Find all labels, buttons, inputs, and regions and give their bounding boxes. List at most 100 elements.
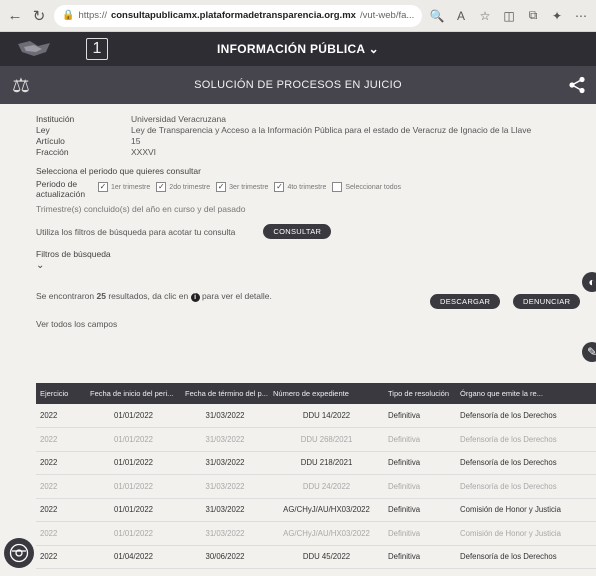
extensions-icon[interactable]: ✦ — [548, 7, 566, 25]
table-cell: Definitiva — [384, 451, 456, 475]
table-cell: Defensoría de los Derechos — [456, 568, 596, 576]
read-aloud-icon[interactable]: A — [452, 7, 470, 25]
checkbox-select-all[interactable]: Seleccionar todos — [332, 182, 401, 192]
table-cell: i2022 — [36, 521, 86, 546]
accessibility-button[interactable] — [4, 538, 34, 568]
checkbox-box[interactable]: ✓ — [216, 182, 227, 192]
back-icon[interactable]: ← — [6, 7, 24, 25]
table-cell: DDU 14/2022 — [269, 404, 384, 428]
portal-title-dropdown[interactable]: INFORMACIÓN PÚBLICA ⌄ — [217, 42, 379, 56]
column-header[interactable]: Número de expediente — [269, 383, 384, 404]
table-cell: Definitiva — [384, 474, 456, 499]
checkbox-box[interactable]: ✓ — [156, 182, 167, 192]
checkbox-q3[interactable]: ✓ 3er trimestre — [216, 182, 268, 192]
table-cell: 30/06/2022 — [181, 568, 269, 576]
report-button[interactable]: DENUNCIAR — [513, 294, 581, 309]
results-table: Ejercicio Fecha de inicio del peri... Fe… — [36, 383, 596, 576]
table-cell: DDU 218/2021 — [269, 451, 384, 475]
table-cell-text: 2022 — [40, 458, 58, 468]
checkbox-q2[interactable]: ✓ 2do trimestre — [156, 182, 210, 192]
table-cell: 31/03/2022 — [181, 451, 269, 475]
checkbox-box[interactable]: ✓ — [274, 182, 285, 192]
table-header-row: Ejercicio Fecha de inicio del peri... Fe… — [36, 383, 596, 404]
search-filters-toggle[interactable]: Filtros de búsqueda ⌄ — [0, 239, 596, 271]
table-cell: 01/01/2022 — [86, 404, 181, 428]
download-button[interactable]: DESCARGAR — [430, 294, 501, 309]
info-value: Ley de Transparencia y Acceso a la Infor… — [131, 125, 532, 135]
table-cell: AG/CHyJ/AU/HX03/2022 — [269, 521, 384, 546]
split-screen-icon[interactable]: ◫ — [500, 7, 518, 25]
table-cell: Defensoría de los Derechos — [456, 427, 596, 452]
checkbox-q4[interactable]: ✓ 4to trimestre — [274, 182, 326, 192]
switch-view-icon[interactable]: 1 — [86, 38, 108, 60]
table-cell: 01/04/2022 — [86, 568, 181, 576]
see-all-fields-link[interactable]: Ver todos los campos — [0, 315, 120, 329]
zoom-icon[interactable]: 🔍 — [428, 7, 446, 25]
table-row[interactable]: i202201/01/202231/03/2022DDU 218/2021Def… — [36, 451, 596, 475]
table-cell: 31/03/2022 — [181, 474, 269, 499]
info-key: Fracción — [36, 147, 69, 157]
section-header: ⚖ SOLUCIÓN DE PROCESOS EN JUICIO — [0, 66, 596, 104]
collections-icon[interactable]: ⧉ — [524, 7, 542, 25]
results-prefix: Se encontraron — [36, 291, 95, 301]
table-cell: 01/01/2022 — [86, 474, 181, 499]
period-checkboxes: ✓ 1er trimestre ✓ 2do trimestre ✓ 3er trime… — [98, 182, 401, 192]
table-row[interactable]: i202201/01/202231/03/2022AG/CHyJ/AU/HX03… — [36, 498, 596, 522]
info-key: Artículo — [36, 136, 65, 146]
checkbox-label: 2do trimestre — [169, 183, 211, 191]
table-row[interactable]: i202201/04/202230/06/2022DDU 126/2021Def… — [36, 568, 596, 576]
period-note: Trimestre(s) concluido(s) del año en cur… — [36, 204, 246, 214]
accessibility-icon — [9, 543, 29, 563]
table-cell-text: 2022 — [40, 528, 58, 538]
table-cell: i2022 — [36, 568, 86, 576]
table-row[interactable]: i202201/01/202231/03/2022DDU 14/2022Defi… — [36, 404, 596, 428]
table-cell-text: 2022 — [40, 552, 58, 562]
table-cell: i2022 — [36, 545, 86, 569]
portal-logo[interactable] — [0, 32, 70, 66]
table-cell: Defensoría de los Derechos — [456, 545, 596, 569]
results-suffix-a: resultados, da clic en — [108, 291, 189, 301]
column-header[interactable]: Órgano que emite la re... — [456, 383, 596, 404]
column-header[interactable]: Ejercicio — [36, 383, 86, 404]
table-row[interactable]: i202201/01/202231/03/2022DDU 268/2021Def… — [36, 427, 596, 452]
table-cell: DDU 24/2022 — [269, 474, 384, 499]
table-cell: Comisión de Honor y Justicia — [456, 498, 596, 522]
checkbox-box[interactable] — [332, 182, 343, 192]
table-cell: i2022 — [36, 498, 86, 522]
address-bar[interactable]: 🔒 https://consultapublicamx.plataformade… — [54, 4, 422, 27]
checkbox-label: 3er trimestre — [229, 183, 269, 191]
checkbox-label: 4to trimestre — [287, 183, 327, 191]
table-cell: Definitiva — [384, 404, 456, 428]
side-tool-icon[interactable]: ✎ — [582, 342, 596, 362]
table-cell-text: 2022 — [40, 481, 58, 491]
favorite-star-icon[interactable]: ☆ — [476, 7, 494, 25]
consult-button[interactable]: CONSULTAR — [263, 224, 332, 239]
table-cell: 31/03/2022 — [181, 498, 269, 522]
info-row-fraction: Fracción XXXVI — [36, 147, 582, 158]
more-menu-icon[interactable]: ⋯ — [572, 7, 590, 25]
info-row-institution: Institución Universidad Veracruzana — [36, 114, 582, 125]
table-cell: 31/03/2022 — [181, 427, 269, 452]
table-cell: DDU 45/2022 — [269, 545, 384, 569]
table-row[interactable]: i202201/01/202231/03/2022DDU 24/2022Defi… — [36, 474, 596, 499]
table-cell: 01/01/2022 — [86, 451, 181, 475]
table-row[interactable]: i202201/01/202231/03/2022AG/CHyJ/AU/HX03… — [36, 521, 596, 546]
column-header[interactable]: Fecha de término del p... — [181, 383, 269, 404]
table-cell: i2022 — [36, 474, 86, 499]
table-cell: Defensoría de los Derechos — [456, 451, 596, 475]
checkbox-box[interactable]: ✓ — [98, 182, 108, 192]
lock-icon: 🔒 — [62, 10, 75, 21]
table-cell: i2022 — [36, 427, 86, 452]
checkbox-label: 1er trimestre — [111, 183, 151, 191]
filters-prompt: Utiliza los filtros de búsqueda para aco… — [36, 226, 236, 237]
column-header[interactable]: Tipo de resolución — [384, 383, 456, 404]
side-help-icon[interactable]: ◐ — [582, 272, 596, 292]
table-cell: Definitiva — [384, 568, 456, 576]
share-icon[interactable] — [568, 76, 586, 94]
table-cell: AG/CHyJ/AU/HX03/2022 — [269, 498, 384, 522]
table-cell: Definitiva — [384, 427, 456, 452]
column-header[interactable]: Fecha de inicio del peri... — [86, 383, 181, 404]
reload-icon[interactable]: ↻ — [30, 7, 48, 25]
checkbox-q1[interactable]: ✓ 1er trimestre — [98, 182, 150, 192]
table-row[interactable]: i202201/04/202230/06/2022DDU 45/2022Defi… — [36, 545, 596, 569]
